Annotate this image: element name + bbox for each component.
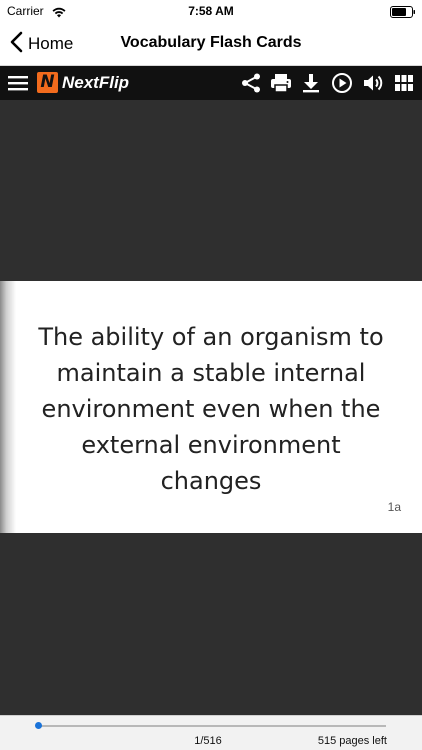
clock: 7:58 AM [188,4,234,18]
sound-icon[interactable] [362,72,384,94]
logo-mark: N [37,72,58,93]
flash-card[interactable]: The ability of an organism to maintain a… [0,281,422,533]
card-id: 1a [387,500,401,514]
logo-text: NextFlip [62,73,130,92]
play-icon[interactable] [331,72,353,94]
page-spine-shadow [0,281,16,533]
navigation-bar: Home Vocabulary Flash Cards [0,22,422,66]
page-slider-thumb[interactable] [35,722,43,729]
page-title: Vocabulary Flash Cards [120,34,302,51]
download-icon[interactable] [300,72,322,94]
definition-line: changes [160,467,262,495]
grid-icon[interactable] [393,72,415,94]
print-icon[interactable] [270,72,292,94]
definition-line: The ability of an organism to [38,323,384,351]
page-slider-bar: 1/516 515 pages left [0,715,422,750]
definition-line: external environment [81,431,341,459]
menu-icon[interactable] [8,74,28,97]
viewer-toolbar: N NextFlip [0,66,422,100]
page-slider-track[interactable] [38,725,386,727]
definition-line: environment even when the [41,395,381,423]
share-icon[interactable] [240,72,262,94]
card-definition: The ability of an organism to maintain a… [20,319,402,499]
logo-letter: N [40,72,55,92]
status-bar: Carrier 7:58 AM [0,0,422,22]
pages-left: 515 pages left [317,735,387,747]
flipbook-viewer[interactable]: The ability of an organism to maintain a… [0,100,422,715]
battery-icon [390,5,416,23]
definition-line: maintain a stable internal [56,359,366,387]
